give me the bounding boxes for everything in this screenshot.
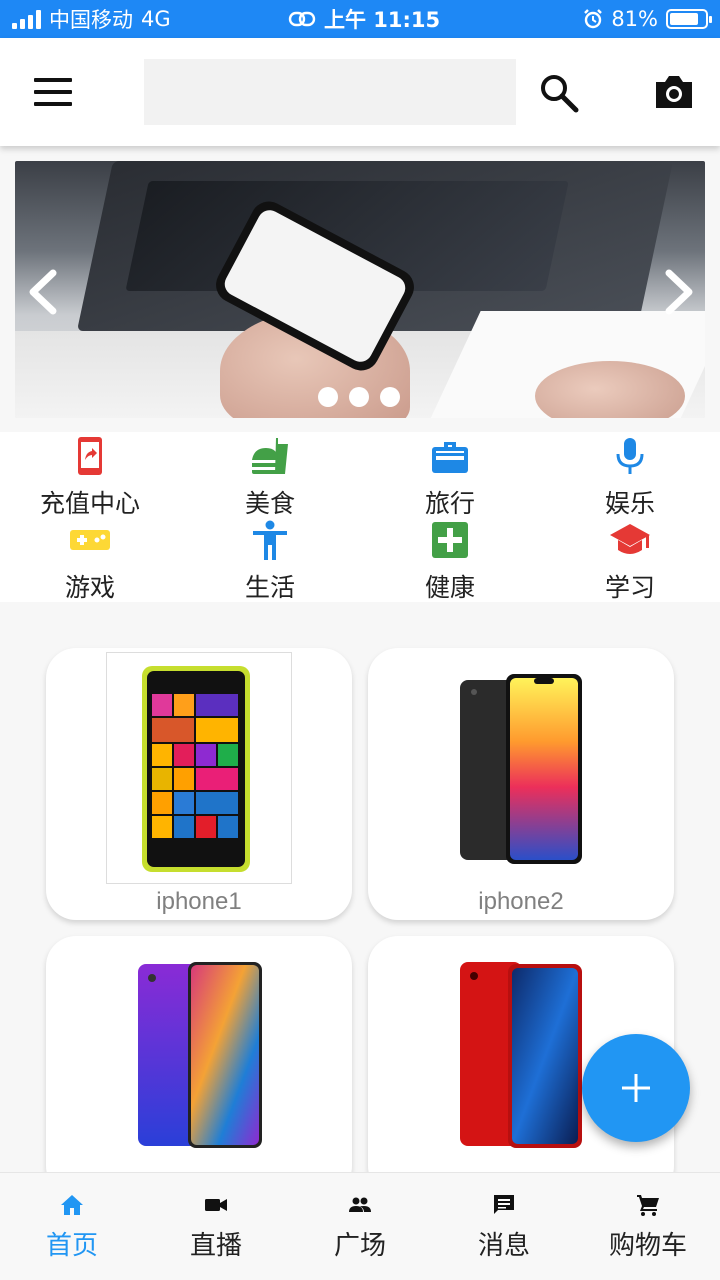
- status-left: 中国移动 4G: [0, 4, 171, 34]
- product-name: iphone1: [156, 888, 242, 915]
- status-center: 上午 11:15: [288, 0, 440, 38]
- nav-label: 广场: [333, 1231, 386, 1261]
- nav-label: 消息: [477, 1231, 530, 1261]
- category-games[interactable]: 游戏: [0, 518, 180, 602]
- menu-icon[interactable]: [34, 78, 72, 106]
- battery-icon: [666, 9, 712, 29]
- nav-label: 直播: [189, 1231, 242, 1261]
- category-entertainment[interactable]: 娱乐: [540, 434, 720, 518]
- message-icon: [494, 1195, 514, 1214]
- gamepad-icon: [70, 530, 110, 550]
- clock-label: 上午 11:15: [324, 8, 441, 32]
- app-bar: [0, 38, 720, 146]
- person-icon: [253, 520, 287, 560]
- network-label: 4G: [141, 7, 171, 31]
- link-icon: [288, 11, 316, 27]
- search-input[interactable]: [144, 59, 516, 125]
- category-recharge[interactable]: 充值中心: [0, 434, 180, 518]
- nav-label: 购物车: [608, 1231, 687, 1261]
- category-label: 游戏: [64, 573, 115, 602]
- category-label: 生活: [244, 573, 295, 602]
- camera-icon[interactable]: [652, 70, 696, 114]
- nav-label: 首页: [45, 1231, 98, 1261]
- videocam-icon: [205, 1199, 227, 1211]
- category-label: 美食: [244, 489, 295, 518]
- category-food[interactable]: 美食: [180, 434, 360, 518]
- banner-carousel[interactable]: [15, 161, 705, 418]
- nav-item-messages[interactable]: 消息: [432, 1173, 576, 1280]
- mic-icon: [616, 438, 644, 474]
- category-health[interactable]: 健康: [360, 518, 540, 602]
- category-label: 娱乐: [604, 489, 655, 518]
- cart-icon: [637, 1195, 659, 1216]
- category-life[interactable]: 生活: [180, 518, 360, 602]
- health-cross-icon: [432, 522, 468, 558]
- category-label: 充值中心: [39, 489, 140, 518]
- product-image: [460, 962, 582, 1148]
- bottom-nav: 首页 直播 广场 消息 购物车: [0, 1172, 720, 1280]
- fastfood-icon: [252, 438, 288, 474]
- product-card[interactable]: iphone1: [46, 648, 352, 920]
- product-name: iphone2: [478, 888, 564, 915]
- category-grid: 充值中心 美食 旅行 娱乐 游戏 生活 健康 学习: [0, 432, 720, 602]
- product-image: [460, 674, 582, 864]
- category-study[interactable]: 学习: [540, 518, 720, 602]
- nav-item-home[interactable]: 首页: [0, 1173, 144, 1280]
- alarm-icon: [584, 9, 603, 29]
- category-label: 健康: [424, 573, 475, 602]
- product-card[interactable]: [46, 936, 352, 1196]
- signal-icon: [12, 9, 41, 29]
- battery-label: 81%: [611, 7, 658, 31]
- nav-item-square[interactable]: 广场: [288, 1173, 432, 1280]
- category-travel[interactable]: 旅行: [360, 434, 540, 518]
- carousel-dots[interactable]: [318, 387, 400, 407]
- status-right: 81%: [583, 0, 712, 38]
- product-card[interactable]: iphone2: [368, 648, 674, 920]
- work-bag-icon: [432, 442, 468, 473]
- phone-recharge-icon: [78, 437, 102, 475]
- add-icon: [622, 1074, 650, 1102]
- home-icon: [61, 1195, 83, 1215]
- nav-item-cart[interactable]: 购物车: [576, 1173, 720, 1280]
- category-label: 学习: [604, 573, 655, 602]
- carrier-label: 中国移动: [49, 8, 133, 32]
- nav-item-live[interactable]: 直播: [144, 1173, 288, 1280]
- add-button[interactable]: [582, 1034, 690, 1142]
- chevron-left-icon[interactable]: [21, 267, 67, 317]
- carousel-dot[interactable]: [349, 387, 369, 407]
- carousel-dot[interactable]: [318, 387, 338, 407]
- chevron-right-icon[interactable]: [655, 267, 701, 317]
- people-icon: [349, 1197, 371, 1212]
- status-bar: 中国移动 4G 上午 11:15 81%: [0, 0, 720, 38]
- category-label: 旅行: [424, 489, 475, 518]
- product-image: [138, 962, 262, 1148]
- school-icon: [610, 524, 650, 554]
- product-image: [142, 666, 250, 872]
- carousel-dot[interactable]: [380, 387, 400, 407]
- search-icon[interactable]: [538, 72, 580, 114]
